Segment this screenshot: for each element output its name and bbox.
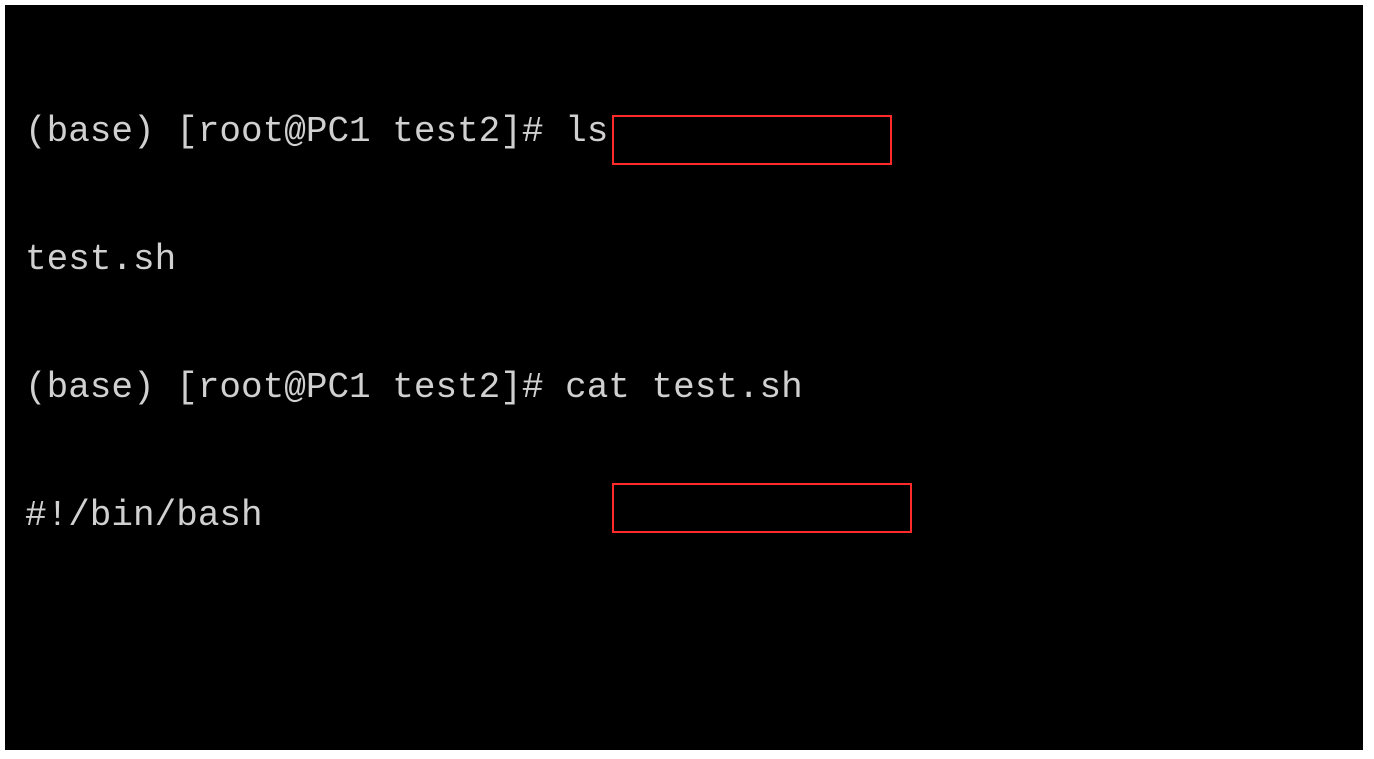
command-text: ls	[565, 111, 608, 152]
terminal-line	[25, 621, 1363, 667]
prompt-text: (base) [root@PC1 test2]#	[25, 367, 565, 408]
prompt-text: (base) [root@PC1 test2]#	[25, 111, 565, 152]
command-text: cat test.sh	[565, 367, 803, 408]
terminal-line: (base) [root@PC1 test2]# ls	[25, 109, 1363, 155]
output-text: #!/bin/bash	[25, 495, 263, 536]
terminal-line: xxxx	[25, 749, 1363, 750]
output-text: test.sh	[25, 239, 176, 280]
terminal-window[interactable]: (base) [root@PC1 test2]# ls test.sh (bas…	[5, 5, 1363, 750]
terminal-line: (base) [root@PC1 test2]# cat test.sh	[25, 365, 1363, 411]
terminal-line: test.sh	[25, 237, 1363, 283]
terminal-line: #!/bin/bash	[25, 493, 1363, 539]
